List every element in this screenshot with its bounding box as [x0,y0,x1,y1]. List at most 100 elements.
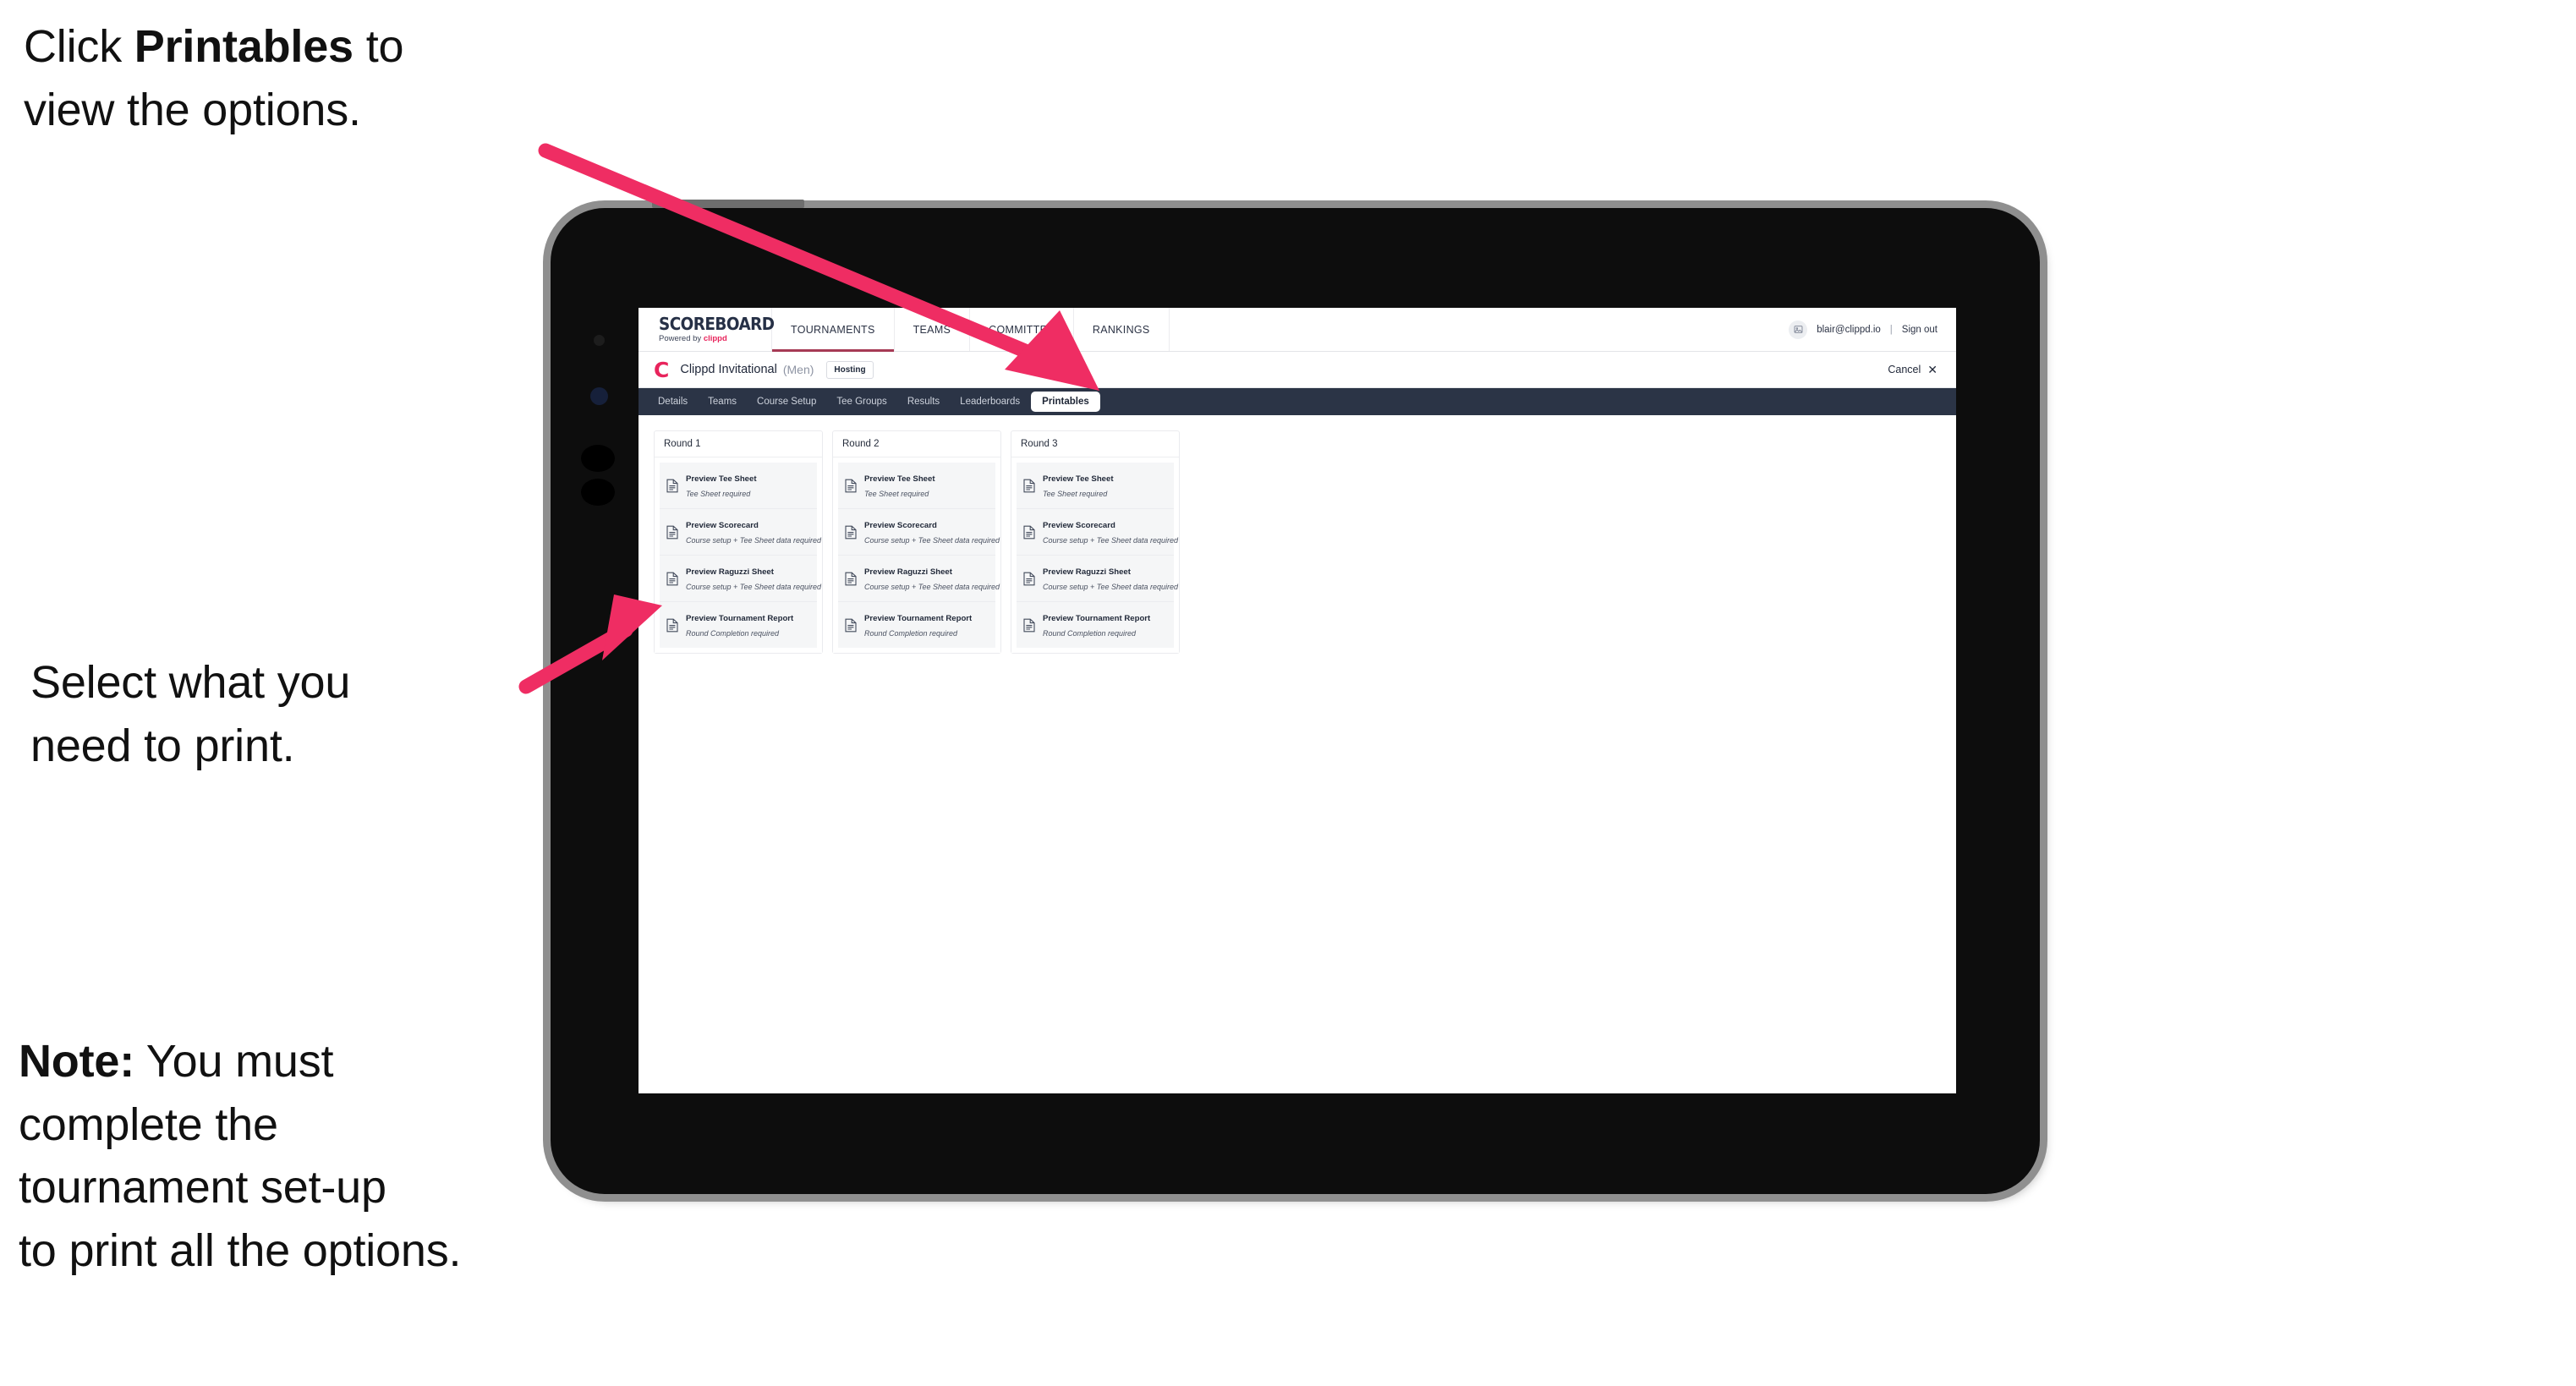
printable-title: Preview Scorecard [864,521,937,530]
tournament-header: C Clippd Invitational (Men) Hosting Canc… [639,352,1956,388]
printable-text: Preview Raguzzi Sheet Course setup + Tee… [864,563,1000,594]
printable-title: Preview Raguzzi Sheet [864,567,952,577]
tablet-device: SCOREBOARD Powered by clippd TOURNAMENTS… [551,200,2040,1194]
annotation-bold-printables: Printables [134,21,354,72]
printables-content: Round 1 Preview Tee Sheet Tee Sheet requ… [639,415,1956,654]
status-badge: Hosting [826,360,874,379]
tournament-gender: (Men) [782,363,814,376]
printable-row-scorecard[interactable]: Preview Scorecard Course setup + Tee She… [660,509,821,556]
round-items: Preview Tee Sheet Tee Sheet required Pre… [1011,457,1179,653]
printable-title: Preview Tee Sheet [864,474,935,484]
document-icon [1023,618,1035,633]
printable-text: Preview Tournament Report Round Completi… [686,610,810,640]
printable-requirement: Course setup + Tee Sheet data required [1043,536,1179,545]
printable-text: Preview Raguzzi Sheet Course setup + Tee… [1043,563,1178,594]
round-column: Round 3 Preview Tee Sheet Tee Sheet requ… [1011,430,1180,654]
printable-row-tournament-report[interactable]: Preview Tournament Report Round Completi… [1017,602,1174,648]
printable-requirement: Tee Sheet required [864,490,929,498]
scoreboard-logo[interactable]: SCOREBOARD Powered by clippd [639,308,775,351]
annotation-click-printables: Click Printables to view the options. [24,21,404,135]
printable-row-scorecard[interactable]: Preview Scorecard Course setup + Tee She… [1017,509,1178,556]
document-icon [1023,572,1035,586]
printable-title: Preview Tournament Report [686,614,794,623]
document-icon [1023,525,1035,540]
printable-row-raguzzi-sheet[interactable]: Preview Raguzzi Sheet Course setup + Tee… [660,556,821,602]
document-icon [666,525,678,540]
printable-requirement: Course setup + Tee Sheet data required [864,536,1000,545]
top-nav-committee[interactable]: COMMITTEE [970,308,1074,351]
printable-requirement: Round Completion required [864,629,958,638]
printable-requirement: Tee Sheet required [686,490,751,498]
printable-row-raguzzi-sheet[interactable]: Preview Raguzzi Sheet Course setup + Tee… [1017,556,1178,602]
document-icon [845,525,857,540]
annotation-note-label: Note: [19,1036,134,1087]
account-email: blair@clippd.io [1817,324,1881,335]
document-icon [845,618,857,633]
printable-row-tournament-report[interactable]: Preview Tournament Report Round Completi… [838,602,995,648]
tab-course-setup[interactable]: Course Setup [748,392,825,411]
clippd-wordmark: clippd [703,334,727,344]
top-navigation-bar: SCOREBOARD Powered by clippd TOURNAMENTS… [639,308,1956,352]
round-items: Preview Tee Sheet Tee Sheet required Pre… [655,457,822,653]
cancel-label: Cancel [1888,364,1921,375]
printable-title: Preview Tournament Report [864,614,973,623]
tablet-top-button[interactable] [652,200,804,208]
top-nav-teams[interactable]: TEAMS [895,308,971,351]
document-icon [666,618,678,633]
annotation-select-to-print: Select what you need to print. [30,657,351,771]
tab-leaderboards[interactable]: Leaderboards [951,392,1029,411]
tab-tee-groups[interactable]: Tee Groups [827,392,896,411]
printable-row-scorecard[interactable]: Preview Scorecard Course setup + Tee She… [838,509,1000,556]
printable-title: Preview Raguzzi Sheet [1043,567,1131,577]
printable-row-tee-sheet[interactable]: Preview Tee Sheet Tee Sheet required [660,463,817,509]
page-root: Click Printables to view the options. Se… [0,0,2576,1386]
account-separator: | [1889,324,1893,335]
printable-row-tee-sheet[interactable]: Preview Tee Sheet Tee Sheet required [838,463,995,509]
round-title: Round 2 [833,431,1000,457]
tab-printables[interactable]: Printables [1031,392,1100,412]
printable-text: Preview Tournament Report Round Completi… [1043,610,1167,640]
cancel-button[interactable]: Cancel ✕ [1888,364,1937,375]
account-area: blair@clippd.io | Sign out [1789,308,1956,351]
document-icon [845,479,857,493]
tab-details[interactable]: Details [649,392,697,411]
tablet-volume-up-button[interactable] [581,445,615,472]
top-nav-tournaments[interactable]: TOURNAMENTS [772,308,895,352]
printable-text: Preview Tee Sheet Tee Sheet required [864,470,989,501]
printable-title: Preview Raguzzi Sheet [686,567,774,577]
printable-requirement: Course setup + Tee Sheet data required [864,583,1000,591]
printable-text: Preview Tournament Report Round Completi… [864,610,989,640]
round-column: Round 2 Preview Tee Sheet Tee Sheet requ… [832,430,1001,654]
printable-text: Preview Tee Sheet Tee Sheet required [686,470,810,501]
printable-requirement: Course setup + Tee Sheet data required [686,583,822,591]
section-tab-bar: Details Teams Course Setup Tee Groups Re… [639,388,1956,415]
tablet-volume-down-button[interactable] [581,479,615,506]
app-screen: SCOREBOARD Powered by clippd TOURNAMENTS… [639,308,1956,1093]
printable-title: Preview Tee Sheet [1043,474,1114,484]
top-nav-items: TOURNAMENTS TEAMS COMMITTEE RANKINGS [772,308,1170,352]
tournament-name: Clippd Invitational [680,363,777,376]
printable-row-raguzzi-sheet[interactable]: Preview Raguzzi Sheet Course setup + Tee… [838,556,1000,602]
brand-subtitle: Powered by clippd [659,335,771,343]
top-nav-rankings[interactable]: RANKINGS [1074,308,1170,351]
printable-row-tee-sheet[interactable]: Preview Tee Sheet Tee Sheet required [1017,463,1174,509]
printable-text: Preview Tee Sheet Tee Sheet required [1043,470,1167,501]
tab-results[interactable]: Results [898,392,949,411]
round-title: Round 3 [1011,431,1179,457]
round-items: Preview Tee Sheet Tee Sheet required Pre… [833,457,1000,653]
document-icon [845,572,857,586]
printable-text: Preview Scorecard Course setup + Tee She… [686,517,821,547]
document-icon [666,479,678,493]
printable-row-tournament-report[interactable]: Preview Tournament Report Round Completi… [660,602,817,648]
printable-title: Preview Tournament Report [1043,614,1151,623]
clippd-logo-icon: C [654,357,670,382]
avatar[interactable] [1789,320,1808,339]
powered-by-text: Powered by [659,334,704,344]
sign-out-button[interactable]: Sign out [1902,325,1937,335]
round-title: Round 1 [655,431,822,457]
printable-title: Preview Tee Sheet [686,474,757,484]
round-column: Round 1 Preview Tee Sheet Tee Sheet requ… [654,430,823,654]
printable-requirement: Round Completion required [686,629,780,638]
tab-teams[interactable]: Teams [699,392,746,411]
printable-title: Preview Scorecard [686,521,759,530]
